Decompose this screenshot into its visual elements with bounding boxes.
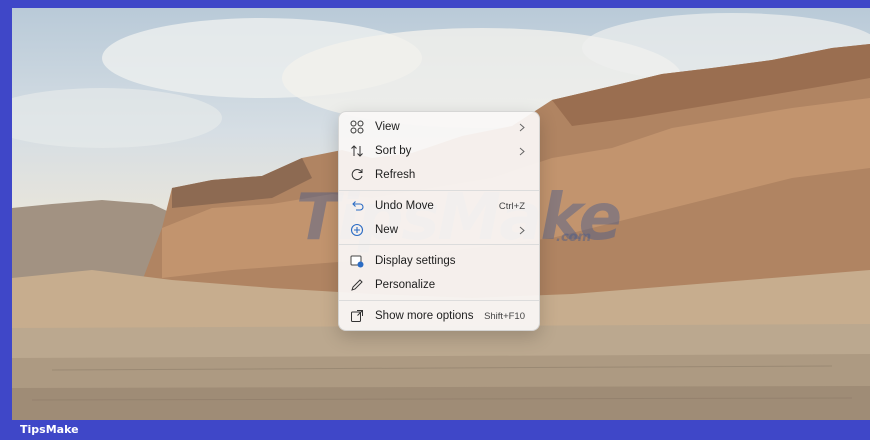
menu-item-label: Personalize (375, 279, 436, 291)
menu-item-sort-by[interactable]: Sort by (343, 139, 535, 163)
menu-item-personalize[interactable]: Personalize (343, 273, 535, 297)
menu-item-display-settings[interactable]: Display settings (343, 249, 535, 273)
shortcut-label: Shift+F10 (484, 310, 525, 322)
menu-separator (339, 190, 539, 191)
menu-item-label: Undo Move (375, 200, 434, 212)
sort-icon (349, 143, 365, 159)
new-plus-icon (349, 222, 365, 238)
refresh-icon (349, 167, 365, 183)
menu-item-label: Refresh (375, 169, 416, 181)
menu-item-undo-move[interactable]: Undo Move Ctrl+Z (343, 194, 535, 218)
more-options-icon (349, 308, 365, 324)
brand-label: TipsMake (20, 423, 79, 436)
chevron-right-icon (517, 122, 527, 132)
pen-icon (349, 277, 365, 293)
menu-item-show-more-options[interactable]: Show more options Shift+F10 (343, 304, 535, 328)
footer-bar: TipsMake (0, 420, 870, 440)
menu-item-new[interactable]: New (343, 218, 535, 242)
menu-item-label: Sort by (375, 145, 412, 157)
menu-item-label: Display settings (375, 255, 456, 267)
display-settings-icon (349, 253, 365, 269)
menu-item-view[interactable]: View (343, 115, 535, 139)
menu-item-label: New (375, 224, 399, 236)
menu-item-label: View (375, 121, 400, 133)
menu-item-refresh[interactable]: Refresh (343, 163, 535, 187)
menu-item-label: Show more options (375, 310, 474, 322)
desktop-context-menu: View Sort by Refresh Undo Move Ctrl+Z Ne… (338, 111, 540, 331)
chevron-right-icon (517, 225, 527, 235)
undo-icon (349, 198, 365, 214)
chevron-right-icon (517, 146, 527, 156)
shortcut-label: Ctrl+Z (498, 200, 525, 212)
menu-separator (339, 300, 539, 301)
menu-separator (339, 244, 539, 245)
view-grid-icon (349, 119, 365, 135)
